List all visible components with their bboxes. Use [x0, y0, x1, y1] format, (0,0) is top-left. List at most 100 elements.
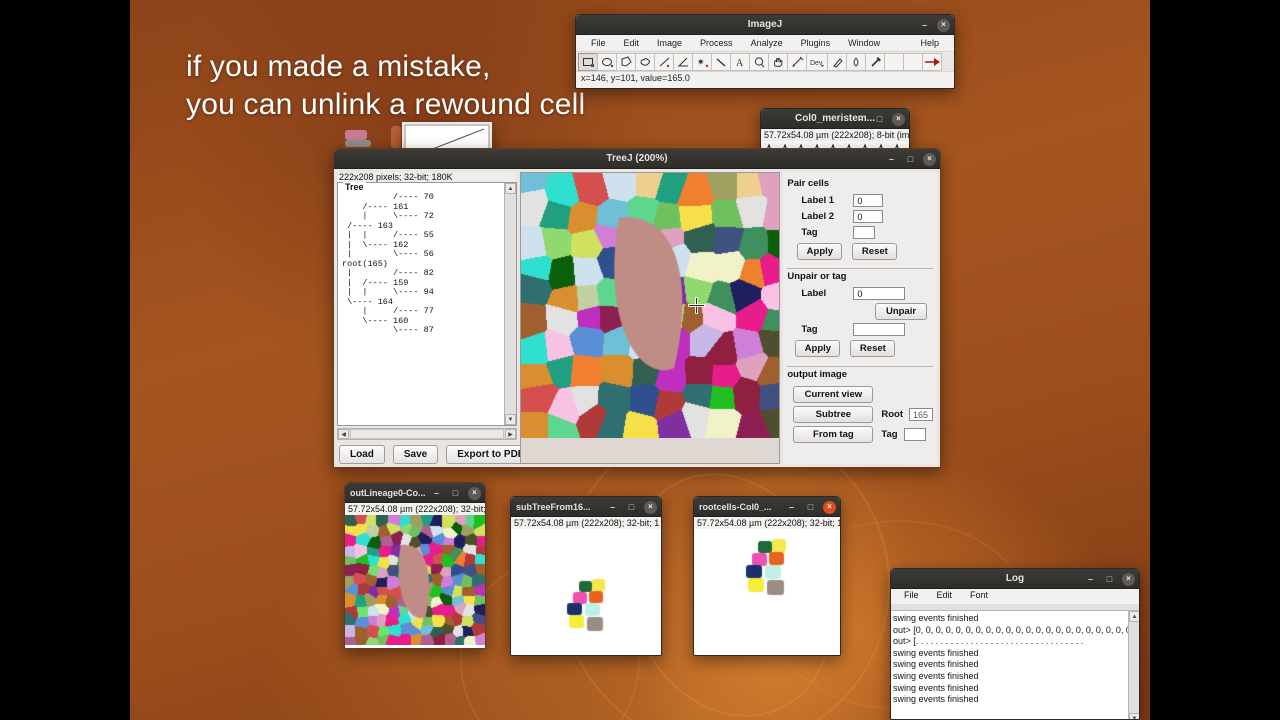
- log-text-area[interactable]: swing events finished out> [0, 0, 0, 0, 0…: [891, 611, 1128, 719]
- minimize-icon[interactable]: –: [606, 501, 619, 514]
- unpair-label-input[interactable]: 0: [853, 287, 906, 300]
- rootcells-window[interactable]: rootcells-Col0_... – □ × 57.72x54.08 µm …: [693, 496, 841, 656]
- close-icon[interactable]: ×: [892, 112, 905, 126]
- blank-tool-2-icon[interactable]: [903, 52, 923, 71]
- minimize-icon[interactable]: –: [854, 113, 867, 126]
- menu-help[interactable]: Help: [911, 37, 948, 49]
- scroll-thumb[interactable]: [350, 429, 504, 439]
- brush-tool-icon[interactable]: [827, 52, 847, 71]
- segmented-cells-image[interactable]: [521, 173, 780, 438]
- label1-input[interactable]: 0: [853, 194, 884, 207]
- col0-titlebar[interactable]: Col0_meristem... – □ ×: [761, 109, 909, 129]
- minimize-icon[interactable]: –: [885, 153, 898, 166]
- unpair-button[interactable]: Unpair: [875, 303, 927, 320]
- log-menubar[interactable]: File Edit Font: [891, 589, 1139, 604]
- log-titlebar[interactable]: Log – □ ×: [891, 569, 1139, 589]
- rootcells-titlebar[interactable]: rootcells-Col0_... – □ ×: [694, 497, 840, 517]
- close-icon[interactable]: ×: [468, 486, 481, 500]
- unpair-apply-button[interactable]: Apply: [795, 340, 841, 357]
- root-input[interactable]: 165: [909, 408, 933, 421]
- close-icon[interactable]: ×: [1122, 572, 1135, 586]
- arrow-tool-icon[interactable]: [922, 52, 942, 71]
- menu-plugins[interactable]: Plugins: [792, 37, 840, 49]
- outlineage-window[interactable]: outLineage0-Co... – □ × 57.72x54.08 µm (…: [344, 482, 486, 649]
- minimize-icon[interactable]: –: [430, 487, 443, 500]
- rectangle-tool-icon[interactable]: [578, 52, 598, 71]
- subtree-cells-image[interactable]: [511, 529, 661, 652]
- flood-fill-tool-icon[interactable]: [846, 52, 866, 71]
- scroll-up-icon[interactable]: ▲: [1129, 611, 1139, 622]
- from-tag-button[interactable]: From tag: [793, 426, 874, 443]
- scroll-down-icon[interactable]: ▼: [1129, 713, 1139, 719]
- imagej-titlebar[interactable]: ImageJ – ×: [576, 15, 954, 35]
- rootcells-cells-image[interactable]: [694, 529, 840, 652]
- outlineage-cells-image[interactable]: [345, 515, 485, 645]
- outlineage-canvas-wrap[interactable]: [345, 515, 485, 648]
- current-view-button[interactable]: Current view: [793, 386, 874, 403]
- blank-tool-1-icon[interactable]: [884, 52, 904, 71]
- menu-image[interactable]: Image: [648, 37, 691, 49]
- close-icon[interactable]: ×: [923, 152, 936, 166]
- log-menu-file[interactable]: File: [895, 590, 928, 603]
- magnifier-tool-icon[interactable]: [749, 52, 769, 71]
- log-menu-edit[interactable]: Edit: [928, 590, 962, 603]
- scroll-right-icon[interactable]: ▶: [505, 429, 516, 439]
- log-top-scrollstrip[interactable]: [891, 604, 1139, 611]
- point-tool-icon[interactable]: [711, 52, 731, 71]
- picker-tool-icon[interactable]: [865, 52, 885, 71]
- pair-reset-button[interactable]: Reset: [852, 243, 898, 260]
- tree-viewer[interactable]: Tree /---- 70 /---- 161 | \---- 72 /----…: [337, 182, 517, 426]
- output-tag-input[interactable]: [903, 428, 926, 441]
- close-icon[interactable]: ×: [823, 500, 836, 514]
- save-button[interactable]: Save: [392, 445, 439, 464]
- menu-edit[interactable]: Edit: [615, 37, 649, 49]
- minimize-icon[interactable]: –: [918, 19, 931, 32]
- load-button[interactable]: Load: [339, 445, 385, 464]
- unpair-reset-button[interactable]: Reset: [850, 340, 896, 357]
- polygon-tool-icon[interactable]: [616, 52, 636, 71]
- scroll-up-icon[interactable]: ▲: [505, 183, 516, 194]
- oval-tool-icon[interactable]: [597, 52, 617, 71]
- wand-tool-icon[interactable]: ✷: [692, 52, 712, 71]
- outlineage-titlebar[interactable]: outLineage0-Co... – □ ×: [345, 483, 485, 503]
- text-tool-icon[interactable]: A: [730, 52, 750, 71]
- subtree-button[interactable]: Subtree: [793, 406, 874, 423]
- unpair-tag-input[interactable]: [853, 323, 906, 336]
- subtree-canvas-wrap[interactable]: [511, 529, 661, 655]
- menu-file[interactable]: File: [582, 37, 615, 49]
- freehand-tool-icon[interactable]: [635, 52, 655, 71]
- log-vertical-scrollbar[interactable]: ▲ ▼: [1128, 611, 1139, 719]
- minimize-icon[interactable]: –: [785, 501, 798, 514]
- angle-tool-icon[interactable]: [673, 52, 693, 71]
- maximize-icon[interactable]: □: [625, 501, 638, 514]
- maximize-icon[interactable]: □: [873, 113, 886, 126]
- maximize-icon[interactable]: □: [1103, 573, 1116, 586]
- pair-tag-input[interactable]: [853, 226, 876, 239]
- menu-window[interactable]: Window: [839, 37, 889, 49]
- treej-image-canvas[interactable]: [520, 172, 781, 464]
- close-icon[interactable]: ×: [937, 18, 950, 32]
- subtree-titlebar[interactable]: subTreeFrom16... – □ ×: [511, 497, 661, 517]
- tree-vertical-scrollbar[interactable]: ▲ ▼: [504, 183, 516, 425]
- close-icon[interactable]: ×: [644, 500, 657, 514]
- tree-text-area[interactable]: /---- 70 /---- 161 | \---- 72 /---- 163 …: [338, 183, 504, 425]
- menu-process[interactable]: Process: [691, 37, 742, 49]
- treej-window[interactable]: TreeJ (200%) – □ × 222x208 pixels; 32-bi…: [333, 148, 941, 468]
- treej-titlebar[interactable]: TreeJ (200%) – □ ×: [334, 149, 940, 169]
- label2-input[interactable]: 0: [853, 210, 884, 223]
- maximize-icon[interactable]: □: [449, 487, 462, 500]
- dev-tool-icon[interactable]: Dev: [806, 52, 828, 71]
- maximize-icon[interactable]: □: [904, 153, 917, 166]
- scroll-down-icon[interactable]: ▼: [505, 414, 516, 425]
- line-tool-icon[interactable]: [654, 52, 674, 71]
- imagej-toolbar[interactable]: ✷ A Dev: [576, 51, 954, 71]
- maximize-icon[interactable]: □: [804, 501, 817, 514]
- imagej-menubar[interactable]: File Edit Image Process Analyze Plugins …: [576, 35, 954, 51]
- imagej-window[interactable]: ImageJ – × File Edit Image Process Analy…: [575, 14, 955, 89]
- pair-apply-button[interactable]: Apply: [797, 243, 843, 260]
- log-menu-font[interactable]: Font: [961, 590, 997, 603]
- tree-horizontal-scrollbar[interactable]: ◀ ▶: [337, 428, 517, 440]
- menu-analyze[interactable]: Analyze: [742, 37, 792, 49]
- subtree-window[interactable]: subTreeFrom16... – □ × 57.72x54.08 µm (2…: [510, 496, 662, 656]
- minimize-icon[interactable]: –: [1084, 573, 1097, 586]
